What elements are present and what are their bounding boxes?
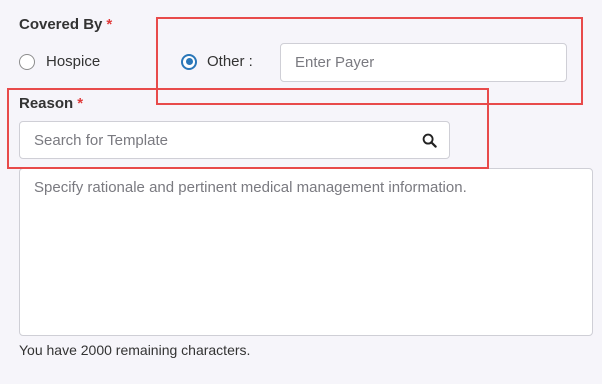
hospice-option[interactable]: Hospice	[19, 53, 100, 70]
rationale-placeholder: Specify rationale and pertinent medical …	[34, 179, 467, 196]
covered-by-text: Covered By	[19, 16, 103, 33]
hospice-radio[interactable]	[19, 53, 35, 70]
remaining-characters: You have 2000 remaining characters.	[19, 342, 251, 358]
hospice-label: Hospice	[46, 53, 101, 70]
required-asterisk: *	[106, 16, 113, 33]
covered-by-label: Covered By *	[19, 16, 112, 33]
highlight-box-reason-search	[7, 88, 489, 169]
rationale-textarea[interactable]: Specify rationale and pertinent medical …	[19, 168, 593, 336]
